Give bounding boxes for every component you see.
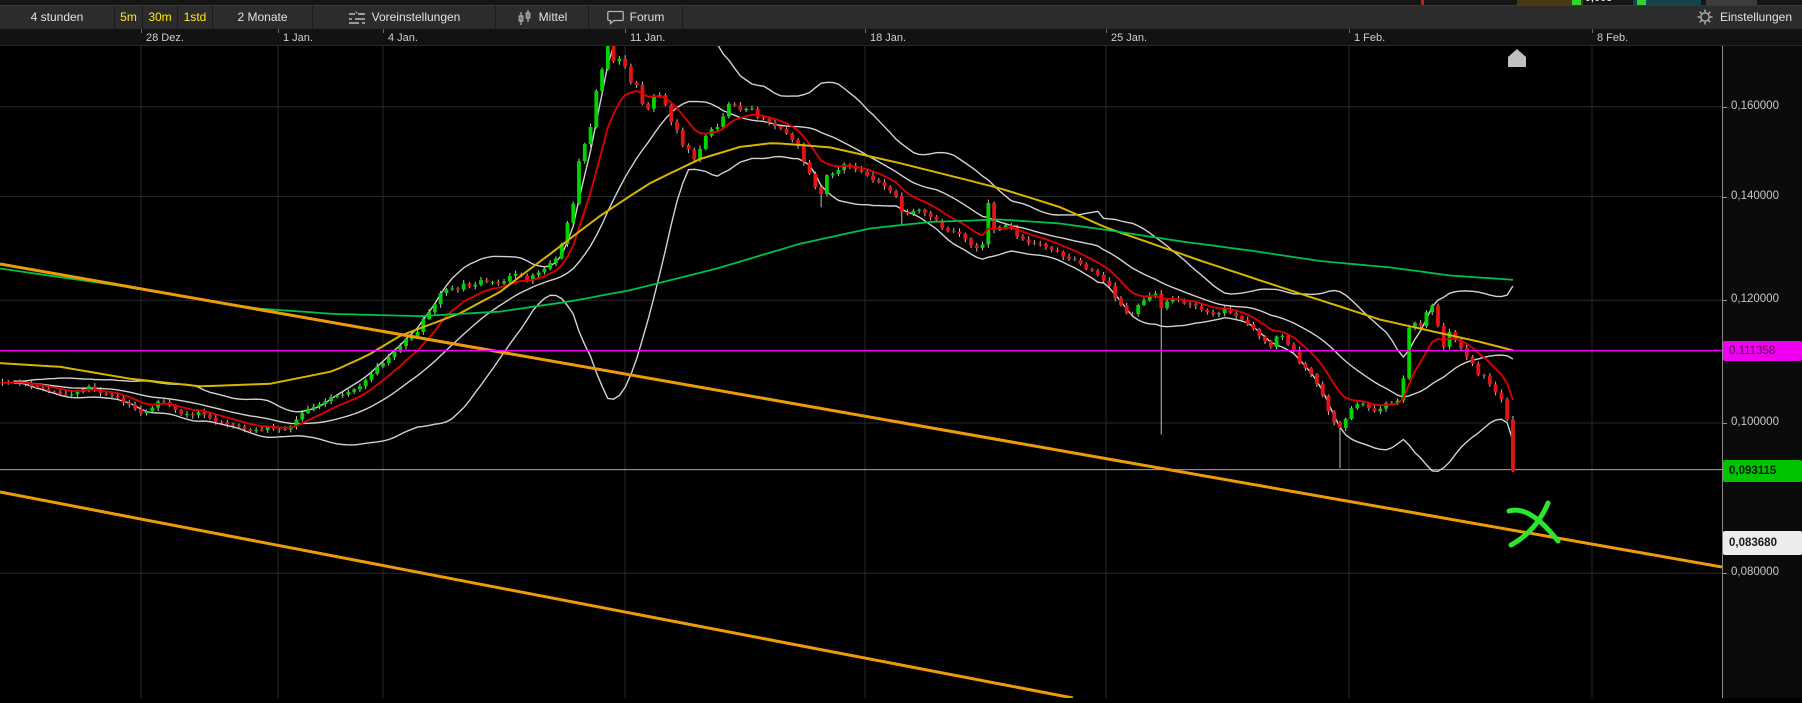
date-tick [1106, 29, 1107, 33]
candles-layer [1, 46, 1515, 472]
price-axis-label: 0,080000 [1731, 566, 1779, 578]
price-chart[interactable] [0, 46, 1722, 698]
trading-app-window: { "top_strip": { "ticker_value": "0,005"… [0, 0, 1802, 698]
date-axis-label: 25 Jan. [1111, 32, 1147, 44]
timeframe-button-1std[interactable]: 1std [178, 6, 213, 29]
magenta-line-badge: 0.111358 [1723, 341, 1802, 361]
drawing-value-badge: 0,083680 [1723, 531, 1802, 555]
price-tick [1723, 300, 1727, 301]
sliders-icon [348, 11, 366, 25]
timeframe-4h-label: 4 stunden [31, 10, 84, 24]
orange-trendline-lower[interactable] [0, 492, 1073, 698]
date-axis-label: 18 Jan. [870, 32, 906, 44]
mittel-button[interactable]: Mittel [496, 6, 589, 29]
date-tick [625, 29, 626, 33]
date-tick [383, 29, 384, 33]
date-axis-label: 1 Jan. [283, 32, 313, 44]
green-ma-line [0, 220, 1513, 317]
bollinger-bands [14, 46, 1513, 471]
timeframe-button-5m[interactable]: 5m [115, 6, 143, 29]
date-axis-label: 1 Feb. [1354, 32, 1385, 44]
ticker-value: 0,005 [1585, 0, 1613, 4]
date-axis[interactable]: 28 Dez. 1 Jan. 4 Jan. 11 Jan. 18 Jan. 25 Jan.… [0, 29, 1802, 46]
voreinstellungen-button[interactable]: Voreinstellungen [313, 6, 496, 29]
voreinstellungen-label: Voreinstellungen [372, 10, 461, 24]
price-tick [1723, 107, 1727, 108]
date-axis-label: 11 Jan. [630, 32, 665, 44]
price-axis-label: 0,160000 [1731, 100, 1779, 112]
date-axis-label: 8 Feb. [1597, 32, 1628, 44]
horizontal-gridlines [0, 107, 1722, 574]
timeframe-1std-label: 1std [184, 10, 207, 24]
timeframe-button-4h[interactable]: 4 stunden [0, 6, 115, 29]
price-axis-label: 0,120000 [1731, 293, 1779, 305]
green-x-annotation[interactable] [1509, 503, 1558, 545]
price-tick [1723, 573, 1727, 574]
speech-bubble-icon [607, 10, 624, 25]
date-tick [1349, 29, 1350, 33]
vertical-gridlines [141, 46, 1592, 698]
range-2-monate-label: 2 Monate [237, 10, 287, 24]
price-axis-label: 0,140000 [1731, 190, 1779, 202]
timeframe-button-30m[interactable]: 30m [143, 6, 178, 29]
chart-toolbar: 4 stunden 5m 30m 1std 2 Monate Voreinste… [0, 5, 1802, 29]
red-ema-line [3, 91, 1513, 428]
orange-trendline-upper[interactable] [0, 264, 1722, 567]
date-axis-label: 4 Jan. [388, 32, 418, 44]
einstellungen-button[interactable]: Einstellungen [1697, 5, 1792, 29]
date-axis-label: 28 Dez. [146, 32, 184, 44]
forum-button[interactable]: Forum [589, 6, 683, 29]
date-tick [141, 29, 142, 33]
gear-icon [1697, 9, 1713, 25]
last-price-badge: 0,093115 [1723, 460, 1802, 482]
einstellungen-label: Einstellungen [1720, 10, 1792, 24]
timeframe-30m-label: 30m [148, 10, 171, 24]
forum-label: Forum [630, 10, 665, 24]
chart-plot-area[interactable] [0, 46, 1722, 698]
date-tick [1592, 29, 1593, 33]
date-tick [865, 29, 866, 33]
price-axis-label: 0,100000 [1731, 416, 1779, 428]
mittel-label: Mittel [539, 10, 568, 24]
pentagon-marker[interactable] [1508, 49, 1526, 67]
timeframe-5m-label: 5m [120, 10, 137, 24]
range-button-2-monate[interactable]: 2 Monate [213, 6, 313, 29]
candlestick-icon [517, 10, 533, 26]
price-tick [1723, 197, 1727, 198]
price-tick [1723, 423, 1727, 424]
price-axis[interactable]: 0,160000 0,140000 0,120000 0,100000 0,080000… [1722, 46, 1802, 698]
date-tick [278, 29, 279, 33]
